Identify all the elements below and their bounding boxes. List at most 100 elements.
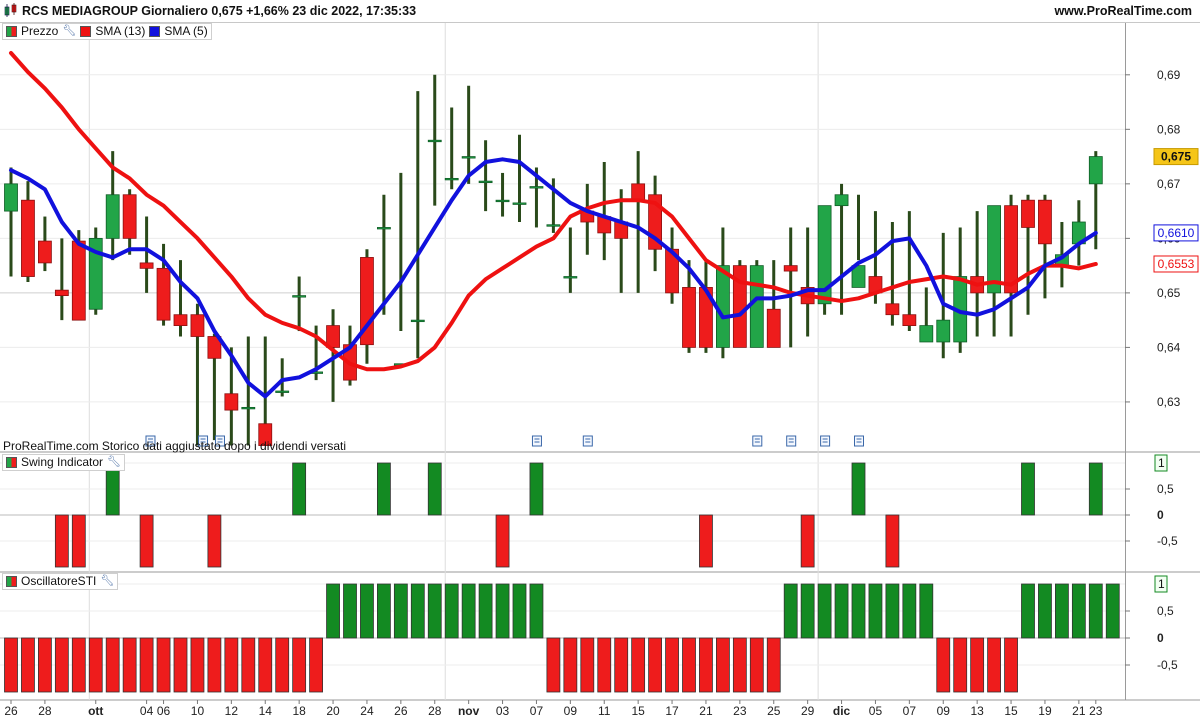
candle-body xyxy=(902,314,917,326)
candle-body xyxy=(54,289,69,297)
chart-canvas[interactable]: 0,630,640,650,660,670,680,690,6750,66100… xyxy=(0,0,1200,720)
sti-tick-label: -0,5 xyxy=(1157,658,1178,672)
swing-tick-label: -0,5 xyxy=(1157,534,1178,548)
sti-bar xyxy=(139,637,154,693)
sti-bar xyxy=(1038,583,1052,639)
sti-bar xyxy=(766,637,781,693)
sti-legend[interactable]: OscillatoreSTI 🔧︎ xyxy=(2,573,119,590)
x-tick-label: 26 xyxy=(394,704,408,718)
y-tick-label: 0,64 xyxy=(1157,340,1181,354)
sti-bar xyxy=(885,583,900,639)
x-tick-label: 07 xyxy=(530,704,544,718)
x-tick-label: 05 xyxy=(869,704,883,718)
sti-bar xyxy=(360,583,374,639)
candle-body xyxy=(275,390,290,393)
swing-legend[interactable]: Swing Indicator 🔧︎ xyxy=(2,454,126,471)
x-tick-label: nov xyxy=(458,704,480,718)
x-tick-label: 12 xyxy=(225,704,239,718)
sti-bar xyxy=(749,637,764,693)
sti-bar xyxy=(699,637,713,693)
sti-bar xyxy=(512,583,527,639)
site-label[interactable]: www.ProRealTime.com xyxy=(1054,4,1192,18)
sti-bar xyxy=(241,637,256,693)
candle-body xyxy=(105,194,120,239)
swing-bar xyxy=(71,514,86,568)
sti-bar xyxy=(326,583,340,639)
candle-body xyxy=(156,267,171,321)
sti-swatch xyxy=(6,576,17,587)
sti-bar xyxy=(393,583,408,639)
candle-body xyxy=(936,319,951,343)
candle-body xyxy=(478,180,493,184)
candle-body xyxy=(461,156,476,159)
candle-body xyxy=(241,406,256,410)
sti-bar xyxy=(597,637,612,693)
candle-body xyxy=(563,276,578,279)
sti-bar xyxy=(1105,583,1120,639)
price-legend[interactable]: Prezzo 🔧︎ SMA (13) SMA (5) xyxy=(2,23,212,40)
sma13-last-label: 0,6553 xyxy=(1158,257,1195,271)
sti-bar xyxy=(953,637,968,693)
sti-bar xyxy=(529,583,544,639)
sti-bar xyxy=(88,637,103,693)
sti-bar xyxy=(444,583,459,639)
sti-bar xyxy=(1071,583,1086,639)
swing-bar xyxy=(292,462,307,516)
wrench-icon[interactable]: 🔧︎ xyxy=(100,574,114,589)
wrench-icon[interactable]: 🔧︎ xyxy=(62,24,76,39)
sti-bar xyxy=(970,637,985,693)
sti-bar xyxy=(207,637,222,693)
candle-body xyxy=(495,199,510,203)
sti-bar xyxy=(546,637,561,693)
swing-bar xyxy=(139,514,154,568)
x-tick-label: 28 xyxy=(38,704,52,718)
sti-bar xyxy=(614,637,629,693)
last-price-label: 0,675 xyxy=(1161,150,1191,164)
chart-title: RCS MEDIAGROUP Giornaliero 0,675 +1,66% … xyxy=(22,4,417,18)
candle-body xyxy=(529,186,544,189)
sti-bar xyxy=(122,637,137,693)
dividend-icon xyxy=(854,435,864,447)
candle-body xyxy=(834,194,849,207)
prorealtime-chart-window: { "header": { "title": "RCS MEDIAGROUP G… xyxy=(0,0,1200,720)
sti-tick-label: 0,5 xyxy=(1157,604,1174,618)
candle-body xyxy=(122,194,137,239)
candle-body xyxy=(1088,156,1103,185)
sti-bar xyxy=(21,637,35,693)
sti-legend-label: OscillatoreSTI xyxy=(21,574,97,588)
swing-bar xyxy=(207,514,222,568)
sma5-swatch xyxy=(149,26,161,37)
candle-body xyxy=(1038,199,1052,245)
x-tick-label: 21 xyxy=(699,704,713,718)
x-tick-label: 18 xyxy=(292,704,306,718)
sti-bar xyxy=(834,583,849,639)
sti-bar xyxy=(54,637,69,693)
sti-bar xyxy=(275,637,290,693)
candle-body xyxy=(631,183,646,201)
candle-body xyxy=(444,177,459,181)
y-tick-label: 0,65 xyxy=(1157,286,1181,300)
x-tick-label: 11 xyxy=(598,704,611,718)
swing-bar xyxy=(427,462,442,516)
x-tick-label: 17 xyxy=(665,704,679,718)
y-tick-label: 0,68 xyxy=(1157,122,1181,136)
sma13-legend-label: SMA (13) xyxy=(95,24,146,38)
candle-body xyxy=(410,319,425,323)
sti-bar xyxy=(648,637,662,693)
sti-bar xyxy=(1004,637,1018,693)
candle-body xyxy=(376,227,391,230)
sti-bar xyxy=(580,637,595,693)
wrench-icon[interactable]: 🔧︎ xyxy=(107,455,121,470)
sti-bar xyxy=(936,637,951,693)
dividend-icon xyxy=(531,435,542,447)
candle-body xyxy=(224,393,239,411)
sma13-swatch xyxy=(80,26,92,37)
sti-bar xyxy=(38,637,52,693)
candle-body xyxy=(1021,199,1035,228)
sti-bar xyxy=(461,583,476,639)
sti-bar xyxy=(1088,583,1103,639)
sti-bar xyxy=(427,583,442,639)
x-tick-label: 19 xyxy=(1038,704,1052,718)
sti-bar xyxy=(716,637,730,693)
candle-body xyxy=(139,262,154,269)
